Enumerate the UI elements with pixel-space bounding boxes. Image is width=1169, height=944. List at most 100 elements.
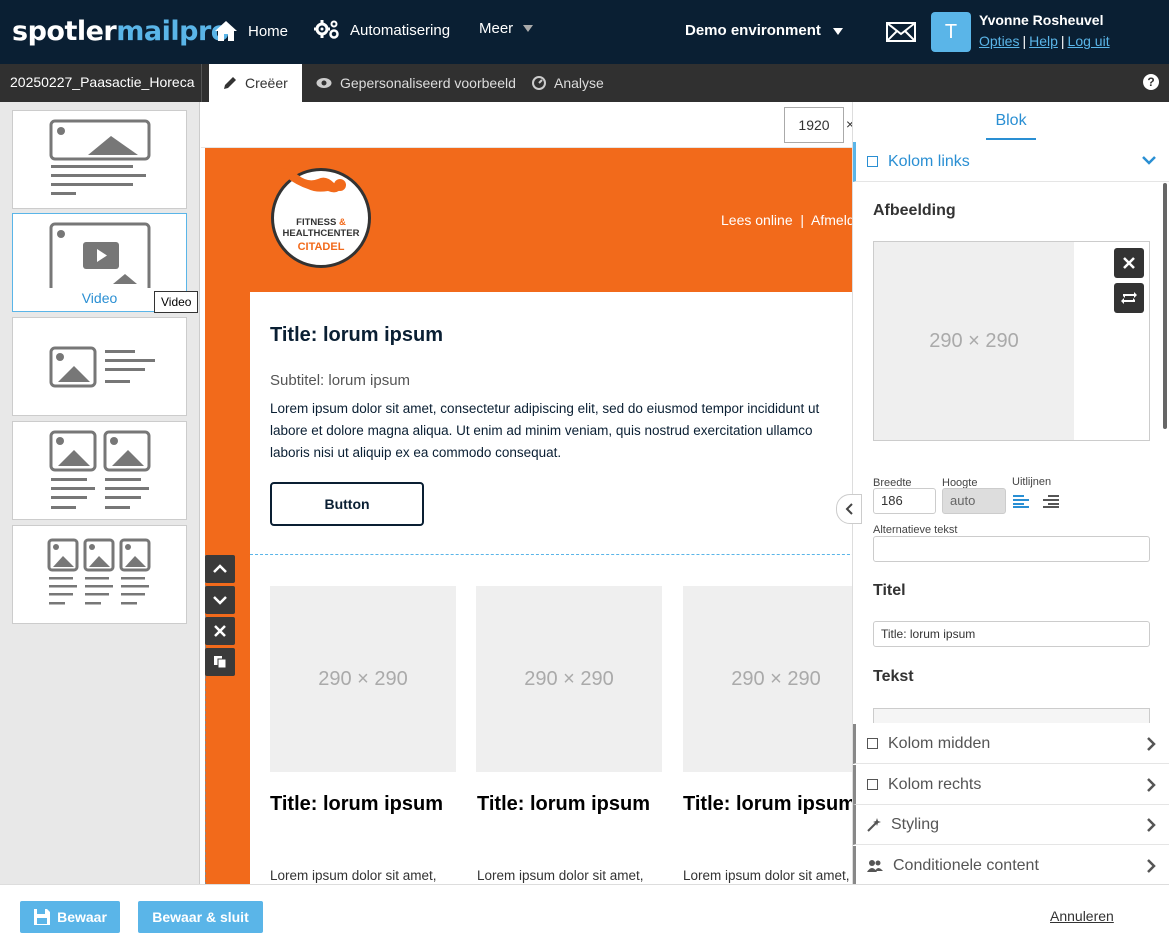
- uitlijnen-label: Uitlijnen: [1012, 476, 1052, 488]
- alt-text-label: Alternatieve tekst: [873, 524, 958, 536]
- section-kolom-midden[interactable]: Kolom midden: [853, 724, 1169, 764]
- block-tile-two-columns[interactable]: [12, 421, 187, 520]
- breedte-input[interactable]: 186: [873, 488, 936, 514]
- hoogte-input[interactable]: auto: [942, 488, 1006, 514]
- spotler-mailpro-logo[interactable]: spotlermailpro: [12, 16, 229, 47]
- caret-down-icon: [832, 27, 843, 35]
- column-image-3[interactable]: 290 × 290: [683, 586, 852, 772]
- content-button[interactable]: Button: [270, 482, 424, 526]
- top-navigation-bar: spotlermailpro Home Automatisering Meer …: [0, 0, 1169, 64]
- logo-text-fitness: FITNESS & HEALTHCENTER: [282, 217, 360, 239]
- column-title-2[interactable]: Title: lorum ipsum: [477, 790, 663, 818]
- square-icon: [867, 738, 878, 749]
- block-separator: [250, 554, 852, 555]
- environment-selector[interactable]: Demo environment: [685, 22, 843, 39]
- email-canvas: 1920 × FITNESS & HEALTHCENTER CITADEL Lee…: [201, 102, 852, 884]
- align-left-icon[interactable]: [1013, 495, 1029, 508]
- duplicate-block-button[interactable]: [205, 648, 235, 676]
- canvas-width-input[interactable]: 1920: [784, 107, 844, 143]
- save-button[interactable]: Bewaar: [20, 901, 120, 933]
- help-link[interactable]: Help: [1029, 33, 1058, 49]
- help-icon[interactable]: ?: [1143, 74, 1159, 90]
- block-tile-image-left-text[interactable]: [12, 317, 187, 416]
- block-tile-image-text[interactable]: [12, 110, 187, 209]
- fitness-citadel-logo[interactable]: FITNESS & HEALTHCENTER CITADEL: [271, 167, 371, 268]
- block-tile-three-columns[interactable]: [12, 525, 187, 624]
- nav-automatisering[interactable]: Automatisering: [314, 20, 450, 40]
- content-subtitle[interactable]: Subtitel: lorum ipsum: [270, 372, 410, 389]
- gears-icon: [314, 20, 339, 39]
- nav-meer[interactable]: Meer: [479, 20, 534, 37]
- save-and-close-button[interactable]: Bewaar & sluit: [138, 901, 263, 933]
- remove-image-button[interactable]: [1114, 248, 1144, 278]
- email-header: FITNESS & HEALTHCENTER CITADEL Lees onlin…: [205, 148, 852, 292]
- square-icon: [867, 156, 878, 167]
- square-icon: [867, 779, 878, 790]
- logo-text-citadel: CITADEL: [297, 241, 345, 253]
- image-preview-box: 290 × 290: [873, 241, 1150, 441]
- opties-link[interactable]: Opties: [979, 33, 1019, 49]
- section-styling[interactable]: Styling: [853, 805, 1169, 845]
- afbeelding-heading: Afbeelding: [873, 202, 956, 219]
- user-links: Opties | Help | Log uit: [979, 33, 1110, 49]
- chevron-right-icon: [1147, 737, 1156, 751]
- titel-input[interactable]: Title: lorum ipsum: [873, 621, 1150, 647]
- swap-icon: [1121, 292, 1137, 304]
- header-links[interactable]: Lees online | Afmelden: [721, 212, 852, 228]
- content-body[interactable]: Lorem ipsum dolor sit amet, consectetur …: [270, 398, 850, 464]
- content-title[interactable]: Title: lorum ipsum: [270, 324, 443, 347]
- tab-analyse[interactable]: Analyse: [518, 64, 618, 102]
- section-kolom-links[interactable]: Kolom links: [853, 142, 1169, 182]
- section-kolom-rechts[interactable]: Kolom rechts: [853, 765, 1169, 805]
- email-content-area: Title: lorum ipsum Subtitel: lorum ipsum…: [250, 292, 852, 884]
- replace-image-button[interactable]: [1114, 283, 1144, 313]
- nav-home[interactable]: Home: [214, 20, 288, 42]
- move-up-button[interactable]: [205, 555, 235, 583]
- column-title-3[interactable]: Title: lorum ipsum: [683, 790, 852, 818]
- block-row-tools: [205, 555, 235, 679]
- column-text-1[interactable]: Lorem ipsum dolor sit amet,: [270, 868, 460, 883]
- panel-scrollbar[interactable]: [1163, 183, 1167, 429]
- column-title-1[interactable]: Title: lorum ipsum: [270, 790, 456, 818]
- gauge-icon: [532, 76, 546, 90]
- chevron-right-icon: [1147, 778, 1156, 792]
- column-text-2[interactable]: Lorem ipsum dolor sit amet,: [477, 868, 667, 883]
- caret-down-icon: [523, 25, 534, 32]
- tab-gepersonaliseerd-voorbeeld[interactable]: Gepersonaliseerd voorbeeld: [302, 64, 530, 102]
- kolom-links-body: Afbeelding 290 × 290 Breedte 186 Hoogte …: [853, 183, 1169, 723]
- text-editor-toolbar[interactable]: [873, 708, 1150, 723]
- column-text-3[interactable]: Lorem ipsum dolor sit amet,: [683, 868, 852, 883]
- alignment-options: [1013, 495, 1059, 508]
- tab-blok[interactable]: Blok: [986, 112, 1036, 140]
- column-image-1[interactable]: 290 × 290: [270, 586, 456, 772]
- copy-icon: [214, 656, 227, 669]
- two-column-block-icon: [49, 430, 151, 509]
- three-column-block-icon: [47, 538, 151, 605]
- mail-icon[interactable]: [886, 22, 916, 42]
- tekst-heading: Tekst: [873, 668, 914, 685]
- editor-tab-bar: 20250227_Paasactie_Horeca Creëer Geperso…: [0, 64, 1169, 102]
- panel-collapse-toggle[interactable]: [836, 494, 862, 524]
- campaign-name: 20250227_Paasactie_Horeca: [0, 64, 202, 102]
- titel-heading: Titel: [873, 582, 906, 599]
- user-name: Yvonne Rosheuvel: [979, 12, 1104, 28]
- magic-wand-icon: [867, 817, 881, 832]
- delete-block-button[interactable]: [205, 617, 235, 645]
- alt-text-input[interactable]: [873, 536, 1150, 562]
- floppy-disk-icon: [34, 909, 51, 925]
- cancel-link[interactable]: Annuleren: [1050, 908, 1114, 924]
- move-down-button[interactable]: [205, 586, 235, 614]
- chevron-right-icon: [1147, 818, 1156, 832]
- column-image-2[interactable]: 290 × 290: [476, 586, 662, 772]
- tab-creeer[interactable]: Creëer: [209, 64, 302, 102]
- eye-icon: [316, 78, 332, 88]
- block-library-sidebar: Video: [0, 102, 200, 884]
- align-right-icon[interactable]: [1043, 495, 1059, 508]
- image-placeholder[interactable]: 290 × 290: [874, 242, 1074, 440]
- section-conditionele-content[interactable]: Conditionele content: [853, 846, 1169, 886]
- block-settings-panel: Blok Kolom links Afbeelding 290 × 290 Br…: [852, 102, 1169, 886]
- logout-link[interactable]: Log uit: [1068, 33, 1110, 49]
- chevron-left-icon: [845, 503, 853, 515]
- avatar[interactable]: T: [931, 12, 971, 52]
- pencil-icon: [224, 77, 236, 89]
